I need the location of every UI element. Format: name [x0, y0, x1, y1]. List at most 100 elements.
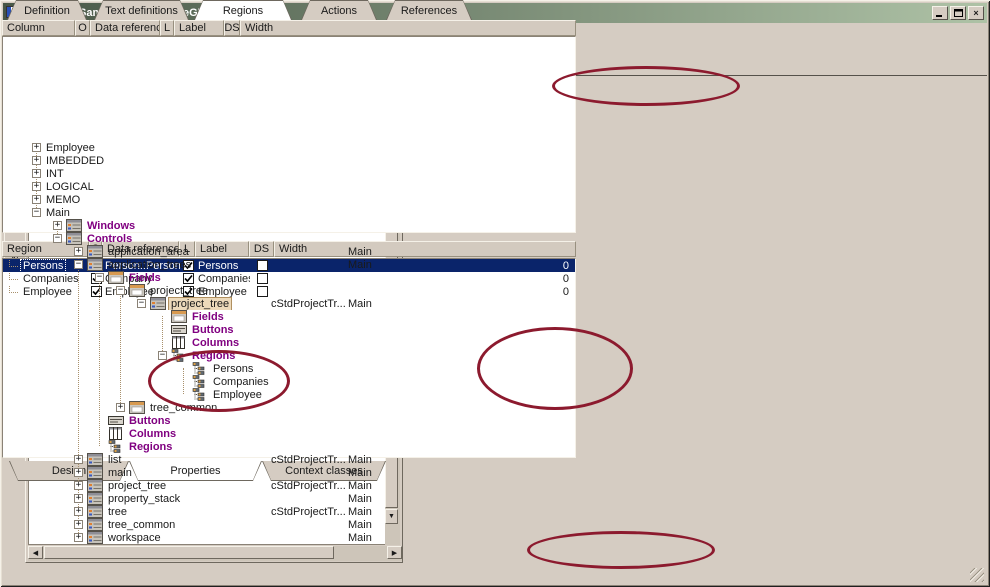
columns-header-label[interactable]: Label — [174, 20, 224, 36]
tab-regions[interactable]: Regions — [194, 0, 292, 20]
expand-icon[interactable]: + — [74, 520, 83, 529]
columns-header-data-reference[interactable]: Data reference — [90, 20, 160, 36]
tree-row-label: Fields — [190, 311, 226, 323]
tree-row[interactable]: −Controls — [29, 232, 386, 245]
tree-row[interactable]: +Employee — [29, 141, 386, 154]
form-icon — [87, 492, 103, 505]
tab-actions[interactable]: Actions — [301, 0, 377, 20]
tree-row[interactable]: Columns — [29, 427, 386, 440]
tree-row[interactable]: − project_tree — [29, 284, 386, 297]
class-cell: Main — [348, 246, 386, 258]
tree-hscrollbar[interactable]: ◀ ▶ — [28, 546, 402, 561]
tree-row[interactable]: −project_treecStdProjectTr...Main — [29, 297, 386, 310]
tree-row[interactable]: +tree_common — [29, 401, 386, 414]
tree-row[interactable]: Regions — [29, 440, 386, 453]
regions-icon — [192, 362, 208, 375]
tree-row-label: Main — [44, 207, 72, 219]
hscrollbar-thumb[interactable] — [44, 546, 334, 559]
columns-header-l[interactable]: L — [160, 20, 174, 36]
tree-stub — [9, 286, 18, 293]
tree-row[interactable]: −Regions — [29, 349, 386, 362]
tree-row[interactable]: +tree_commonMain — [29, 518, 386, 531]
columns-header-ds[interactable]: DS — [224, 20, 240, 36]
tree-row[interactable]: +property_stackMain — [29, 492, 386, 505]
form-icon — [150, 297, 166, 310]
collapse-icon[interactable]: − — [74, 260, 83, 269]
collapse-icon[interactable]: − — [53, 234, 62, 243]
collapse-icon[interactable]: − — [116, 286, 125, 295]
expand-icon[interactable]: + — [32, 182, 41, 191]
expand-icon[interactable]: + — [74, 455, 83, 464]
resize-grip[interactable] — [970, 568, 984, 582]
tree-row[interactable]: +listcStdProjectTr...Main — [29, 453, 386, 466]
form-icon — [87, 518, 103, 531]
expand-icon[interactable]: + — [32, 156, 41, 165]
tree-row[interactable]: Buttons — [29, 414, 386, 427]
tab-text-definitions[interactable]: Text definitions — [94, 0, 189, 20]
regions-icon — [192, 388, 208, 401]
form-icon — [87, 479, 103, 492]
folder-icon — [129, 284, 145, 297]
tree-row[interactable]: +project_treecStdProjectTr...Main — [29, 479, 386, 492]
expand-icon[interactable]: + — [32, 143, 41, 152]
columns-header-o[interactable]: O — [75, 20, 90, 36]
scroll-right-icon[interactable]: ▶ — [387, 546, 402, 559]
class-cell: Main — [348, 493, 386, 505]
form-icon — [87, 505, 103, 518]
expand-icon[interactable]: + — [74, 468, 83, 477]
tree-row-label: Buttons — [127, 415, 173, 427]
context-class-cell: cStdProjectTr... — [271, 454, 348, 466]
tree-row[interactable]: +mainMain — [29, 466, 386, 479]
tree-row[interactable]: Buttons — [29, 323, 386, 336]
buttons-icon — [171, 323, 187, 336]
tree-row[interactable]: Companies — [29, 375, 386, 388]
tree-row[interactable]: +treecStdProjectTr...Main — [29, 505, 386, 518]
tree-row[interactable]: Persons — [29, 362, 386, 375]
tree-row[interactable]: +INT — [29, 167, 386, 180]
expand-icon[interactable]: + — [116, 403, 125, 412]
maximize-button[interactable] — [950, 6, 966, 20]
columns-header-width[interactable]: Width — [240, 20, 576, 36]
collapse-icon[interactable]: − — [137, 299, 146, 308]
class-cell: Main — [348, 506, 386, 518]
scroll-down-icon[interactable]: ▼ — [385, 509, 398, 524]
expand-icon[interactable]: + — [74, 481, 83, 490]
minimize-button[interactable] — [932, 6, 948, 20]
tree-row-label: Columns — [127, 428, 178, 440]
tree-row-label: Persons — [211, 363, 255, 375]
tree-row[interactable]: Employee — [29, 388, 386, 401]
tree-indent — [179, 390, 188, 399]
tree-row[interactable]: +MEMO — [29, 193, 386, 206]
tree-row[interactable]: +IMBEDDED — [29, 154, 386, 167]
collapse-icon[interactable]: − — [95, 273, 104, 282]
tree-row-label: Companies — [211, 376, 271, 388]
class-cell: Main — [348, 532, 386, 544]
tree-row[interactable]: +application_areaMain — [29, 245, 386, 258]
tree-row[interactable]: +Windows — [29, 219, 386, 232]
tab-references[interactable]: References — [386, 0, 472, 20]
form-icon — [87, 245, 103, 258]
expand-icon[interactable]: + — [74, 247, 83, 256]
expand-icon[interactable]: + — [32, 195, 41, 204]
expand-icon[interactable]: + — [53, 221, 62, 230]
expand-icon[interactable]: + — [74, 494, 83, 503]
expand-icon[interactable]: + — [74, 533, 83, 542]
columns-header-column[interactable]: Column — [2, 20, 75, 36]
tree-indent — [179, 364, 188, 373]
tree-row[interactable]: +LOGICAL — [29, 180, 386, 193]
tree-row[interactable]: −Main — [29, 206, 386, 219]
tree-row[interactable]: +workspaceMain — [29, 531, 386, 544]
scroll-left-icon[interactable]: ◀ — [28, 546, 43, 559]
expand-icon[interactable]: + — [32, 169, 41, 178]
collapse-icon[interactable]: − — [158, 351, 167, 360]
collapse-icon[interactable]: − — [32, 208, 41, 217]
tree-row[interactable]: Columns — [29, 336, 386, 349]
expand-icon[interactable]: + — [74, 507, 83, 516]
tree-row-label: project_tree — [148, 285, 210, 297]
folder-icon — [171, 310, 187, 323]
tab-definition[interactable]: Definition — [7, 0, 87, 20]
close-button[interactable]: × — [968, 6, 984, 20]
tree-row[interactable]: −Fields — [29, 271, 386, 284]
tree-row[interactable]: Fields — [29, 310, 386, 323]
tree-row[interactable]: −application_treesMain — [29, 258, 386, 271]
